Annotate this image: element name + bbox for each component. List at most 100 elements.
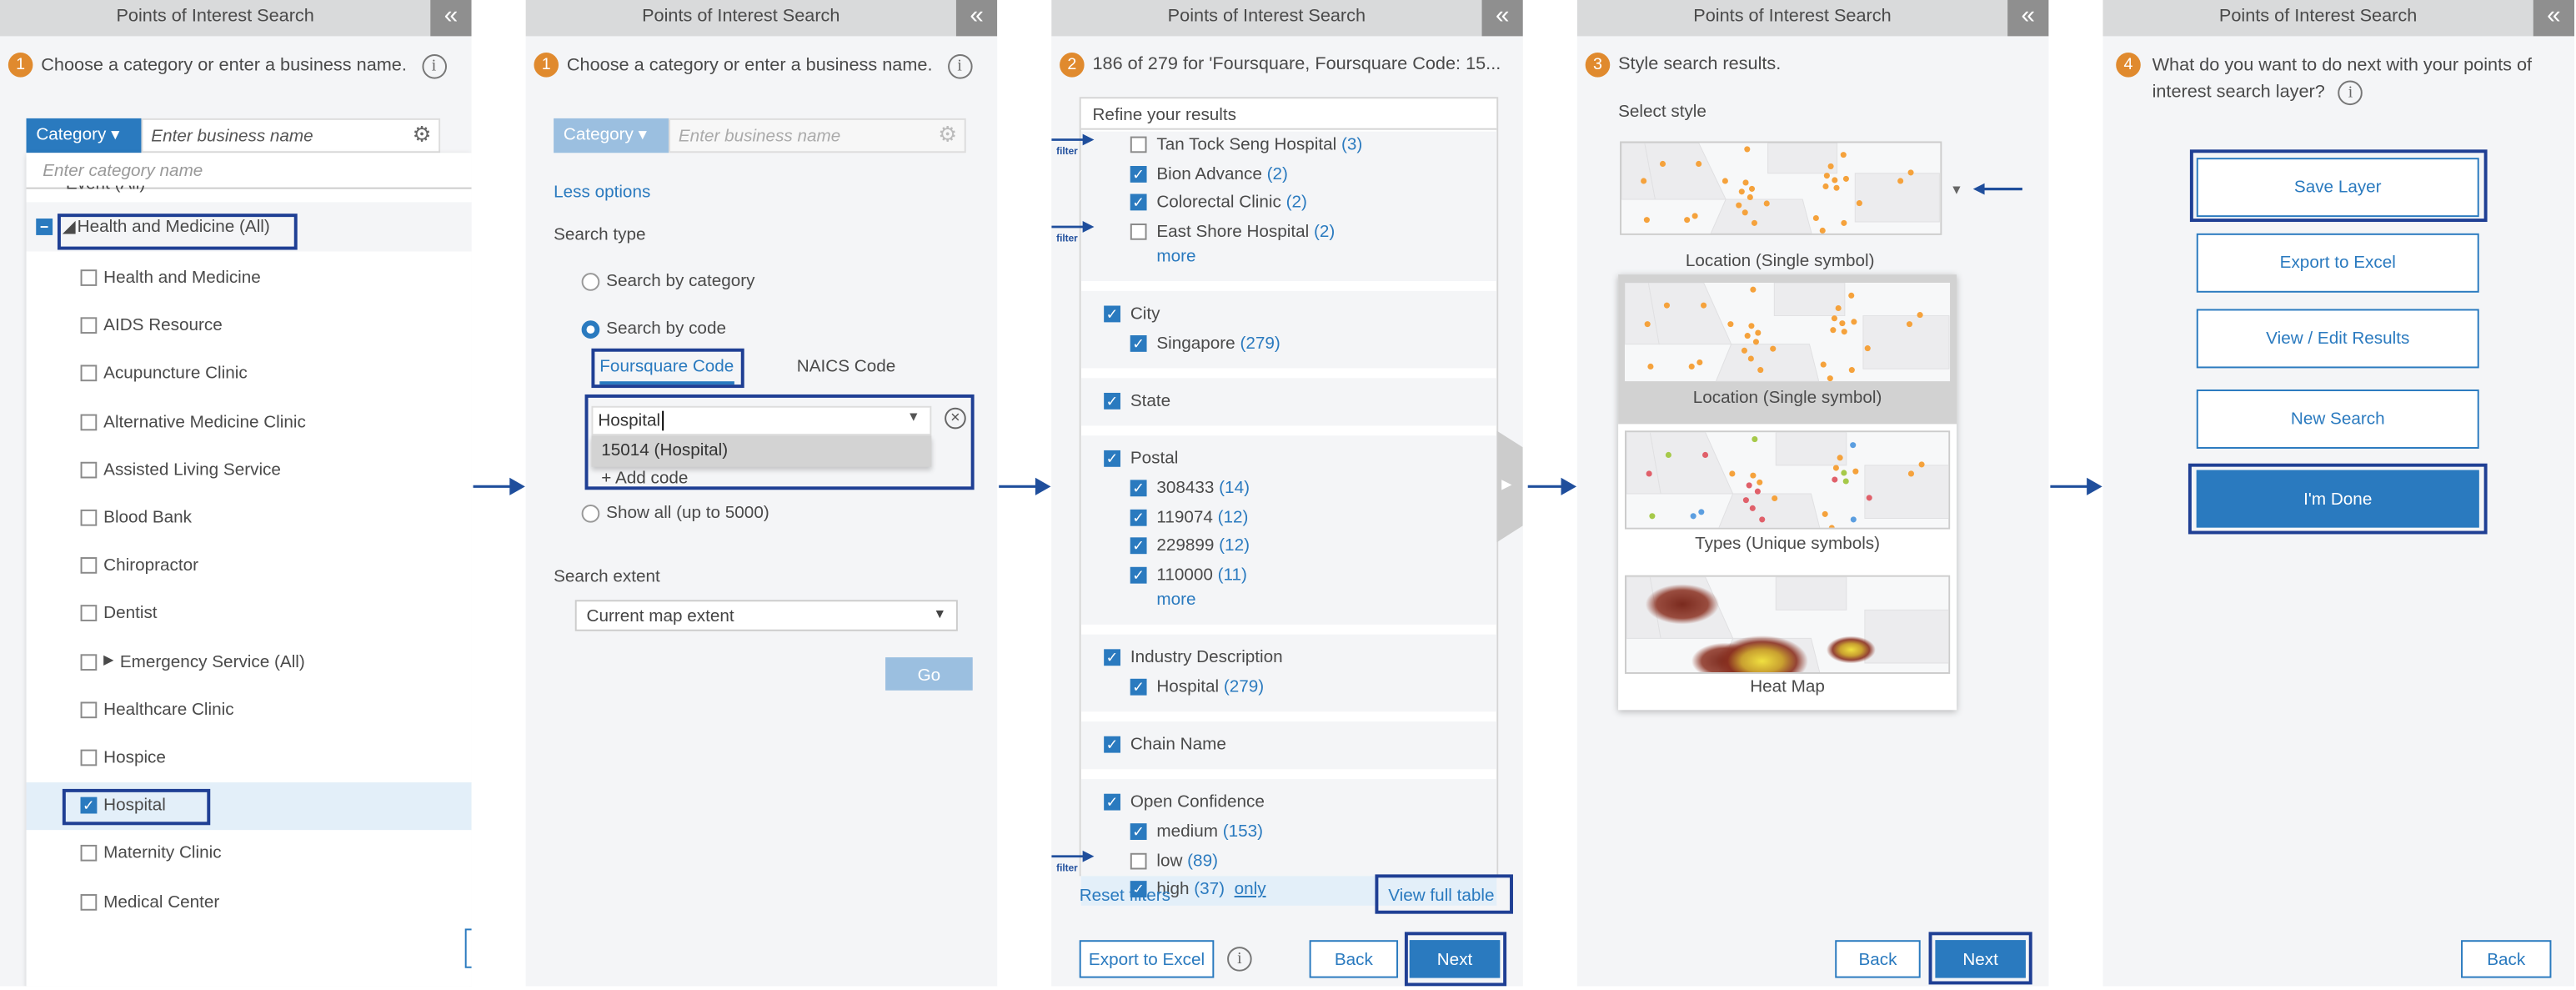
category-item[interactable]: Hospice xyxy=(27,735,472,782)
filter-item[interactable]: filter low (89) xyxy=(1051,847,1497,877)
less-options-link[interactable]: Less options xyxy=(554,183,650,203)
style-select-thumbnail[interactable] xyxy=(1620,141,1942,235)
filter-item[interactable]: ✓ 119074 (12) xyxy=(1081,504,1497,533)
checkbox[interactable] xyxy=(1130,852,1147,869)
checkbox[interactable]: ✓ xyxy=(1104,392,1120,410)
radio-search-by-category[interactable] xyxy=(581,273,600,291)
filter-item[interactable]: ✓ Colorectal Clinic (2) xyxy=(1081,189,1497,219)
gear-icon[interactable]: ⚙ xyxy=(938,122,957,148)
filter-item[interactable]: ✓ Bion Advance (2) xyxy=(1081,160,1497,189)
style-option-types[interactable]: Types (Unique symbols) xyxy=(1618,429,1957,569)
checkbox[interactable]: ✓ xyxy=(1130,165,1147,182)
back-button[interactable]: Back xyxy=(1309,940,1399,978)
checkbox[interactable] xyxy=(80,893,98,910)
radio-show-all[interactable] xyxy=(581,504,600,523)
business-name-input[interactable]: Enter business name xyxy=(669,118,966,153)
filter-item[interactable]: ✓ 308433 (14) xyxy=(1081,475,1497,504)
checkbox[interactable] xyxy=(80,845,98,862)
category-item[interactable]: Health and Medicine xyxy=(27,254,472,302)
go-button[interactable]: Go xyxy=(885,657,973,691)
checkbox[interactable] xyxy=(1130,223,1147,240)
filter-item[interactable]: ✓ 110000 (11) xyxy=(1081,561,1497,590)
filter-item[interactable]: ✓ Singapore (279) xyxy=(1081,331,1497,360)
tab-naics-code[interactable]: NAICS Code xyxy=(797,357,895,377)
filter-item[interactable]: filter East Shore Hospital (2) xyxy=(1051,219,1497,248)
checkbox[interactable]: ✓ xyxy=(1130,193,1147,211)
collapse-icon[interactable]: « xyxy=(955,0,998,37)
checkbox[interactable]: ✓ xyxy=(1104,650,1120,666)
only-link[interactable]: only xyxy=(1235,880,1266,900)
category-item[interactable]: Maternity Clinic xyxy=(27,831,472,878)
gear-icon[interactable]: ⚙ xyxy=(413,122,432,148)
partial-checkbox-icon[interactable]: − xyxy=(36,219,53,235)
checkbox[interactable] xyxy=(80,413,98,430)
category-item[interactable]: Alternative Medicine Clinic xyxy=(27,399,472,446)
checkbox[interactable] xyxy=(80,317,98,334)
category-item[interactable]: AIDS Resource xyxy=(27,303,472,350)
filter-section-header[interactable]: ✓ State xyxy=(1081,388,1497,417)
back-button[interactable]: Back xyxy=(1835,940,1921,978)
checkbox[interactable]: ✓ xyxy=(1104,736,1120,753)
filter-section-header[interactable]: ✓ Open Confidence xyxy=(1081,789,1497,818)
dropdown-caret-icon[interactable]: ▼ xyxy=(1950,183,1963,198)
checkbox[interactable] xyxy=(1130,136,1147,153)
style-option-single[interactable]: Location (Single symbol) xyxy=(1618,274,1957,425)
category-item[interactable]: ▶ Emergency Service (All) xyxy=(27,639,472,686)
checkbox[interactable] xyxy=(80,653,98,671)
style-option-heatmap[interactable]: Heat Map xyxy=(1618,574,1957,711)
checkbox[interactable]: ✓ xyxy=(1104,793,1120,811)
back-button[interactable]: Back xyxy=(2461,940,2552,978)
checkbox[interactable] xyxy=(80,605,98,622)
info-icon[interactable]: i xyxy=(421,54,447,79)
new-search-button[interactable]: New Search xyxy=(2196,389,2479,449)
category-item[interactable]: Acupuncture Clinic xyxy=(27,351,472,399)
collapse-icon[interactable]: « xyxy=(2533,0,2575,37)
filter-section-header[interactable]: ✓ Postal xyxy=(1081,445,1497,475)
info-icon[interactable]: i xyxy=(1227,947,1252,972)
info-icon[interactable]: i xyxy=(947,54,972,79)
checkbox[interactable] xyxy=(80,269,98,286)
checkbox[interactable] xyxy=(80,365,98,382)
filter-item[interactable]: ✓ medium (153) xyxy=(1081,818,1497,847)
view-edit-results-button[interactable]: View / Edit Results xyxy=(2196,309,2479,369)
category-item[interactable]: Healthcare Clinic xyxy=(27,686,472,734)
more-link[interactable]: more xyxy=(1081,247,1497,274)
info-icon[interactable]: i xyxy=(2338,80,2363,106)
checkbox[interactable]: ✓ xyxy=(1130,823,1147,840)
category-item[interactable]: Medical Center xyxy=(27,879,472,927)
category-button[interactable]: Category ▾ xyxy=(26,118,142,153)
category-item[interactable]: Chiropractor xyxy=(27,543,472,590)
checkbox[interactable] xyxy=(80,557,98,575)
export-excel-button[interactable]: Export to Excel xyxy=(2196,233,2479,293)
export-excel-button[interactable]: Export to Excel xyxy=(1079,940,1215,978)
checkbox[interactable]: ✓ xyxy=(1130,566,1147,584)
filter-item[interactable]: filter Tan Tock Seng Hospital (3) xyxy=(1051,132,1497,161)
collapse-icon[interactable]: « xyxy=(430,0,472,37)
collapse-icon[interactable]: « xyxy=(2007,0,2049,37)
checkbox[interactable] xyxy=(80,509,98,526)
category-search-input[interactable]: Enter category name xyxy=(26,153,472,189)
filter-section-header[interactable]: ✓ Chain Name xyxy=(1081,731,1497,761)
checkbox[interactable]: ✓ xyxy=(1130,679,1147,696)
partial-button[interactable] xyxy=(464,928,472,968)
checkbox[interactable] xyxy=(80,701,98,718)
expand-triangle-icon[interactable]: ▶ xyxy=(103,652,113,667)
category-item[interactable]: Dentist xyxy=(27,590,472,638)
partial-item-event[interactable]: Event (All) xyxy=(36,186,364,196)
search-extent-select[interactable]: Current map extent ▼ xyxy=(574,600,958,631)
radio-search-by-code[interactable] xyxy=(581,320,600,339)
filter-section-header[interactable]: ✓ Industry Description xyxy=(1081,645,1497,674)
filter-section-header[interactable]: ✓ City xyxy=(1081,301,1497,330)
checkbox[interactable] xyxy=(80,461,98,479)
category-item[interactable]: Assisted Living Service xyxy=(27,447,472,495)
category-button[interactable]: Category ▾ xyxy=(554,118,669,153)
collapse-icon[interactable]: « xyxy=(1481,0,1523,37)
checkbox[interactable]: ✓ xyxy=(1130,509,1147,525)
filter-item[interactable]: ✓ Hospital (279) xyxy=(1081,675,1497,704)
checkbox[interactable] xyxy=(80,749,98,766)
side-handle[interactable]: ▶ xyxy=(1496,430,1523,543)
checkbox[interactable]: ✓ xyxy=(1104,306,1120,323)
business-name-input[interactable]: Enter business name xyxy=(141,118,441,153)
reset-filters-link[interactable]: Reset filters xyxy=(1080,886,1170,906)
filter-item[interactable]: ✓ 229899 (12) xyxy=(1081,533,1497,562)
